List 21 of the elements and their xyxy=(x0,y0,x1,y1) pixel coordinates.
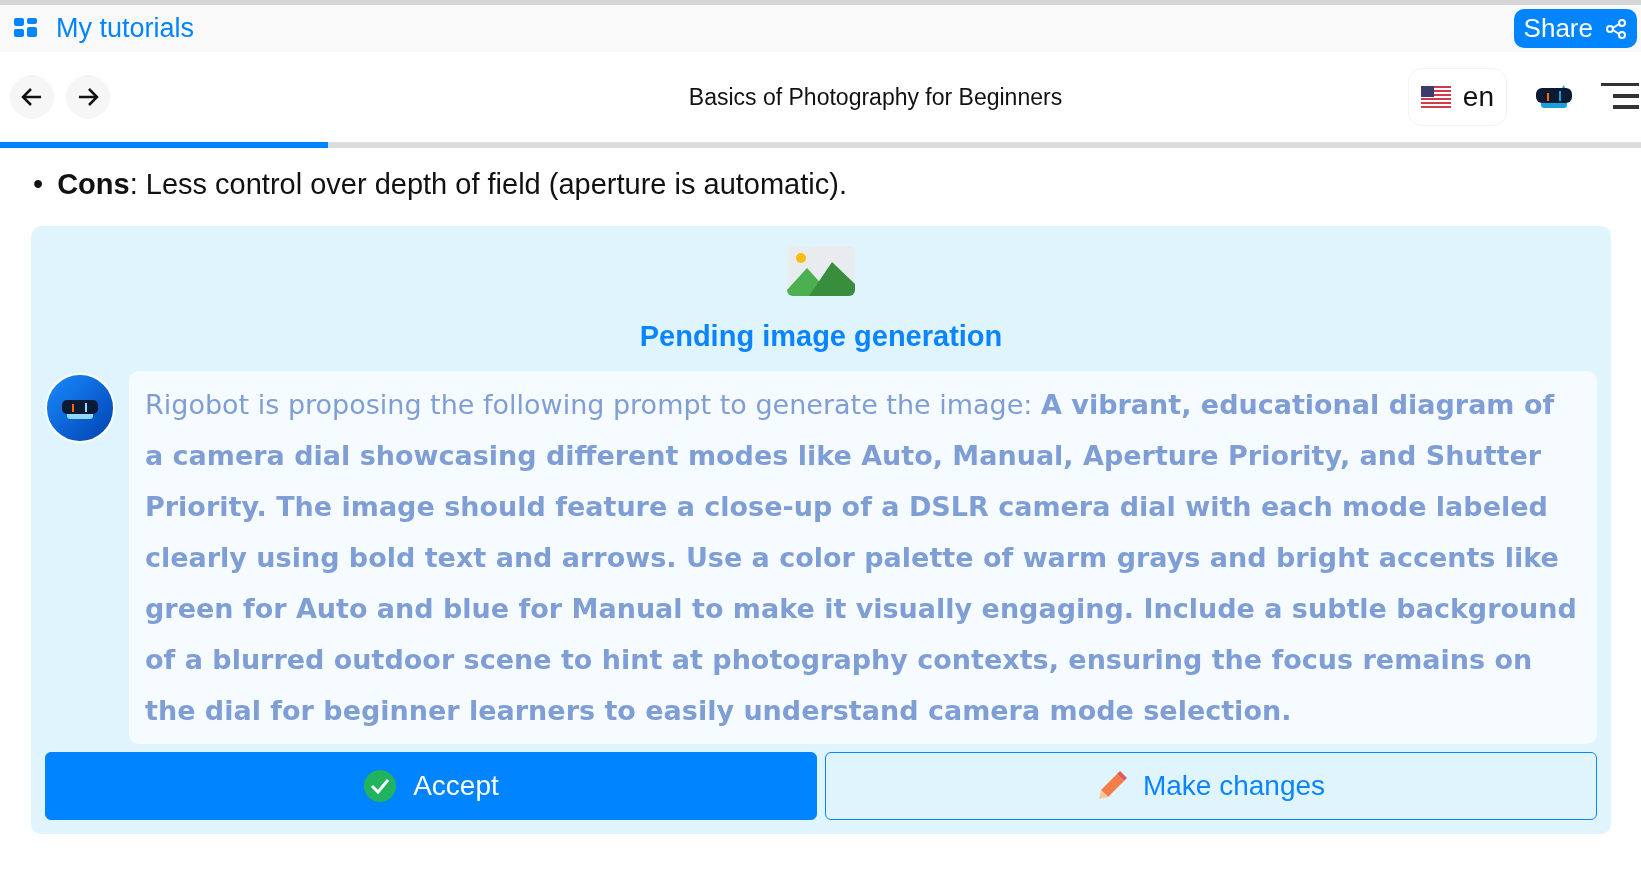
menu-icon[interactable] xyxy=(1601,83,1641,111)
accept-button[interactable]: Accept xyxy=(45,752,817,820)
forward-button[interactable] xyxy=(66,75,110,119)
panel-title: Pending image generation xyxy=(639,320,1003,353)
robot-avatar-icon xyxy=(45,373,115,443)
robot-icon[interactable] xyxy=(1535,85,1573,109)
back-button[interactable] xyxy=(10,75,54,119)
share-button[interactable]: Share xyxy=(1513,9,1637,48)
landscape-icon xyxy=(787,246,855,296)
tutorial-title: Basics of Photography for Beginners xyxy=(688,83,1063,111)
dashboard-icon xyxy=(14,17,38,40)
pencil-icon xyxy=(1096,771,1127,801)
flag-icon xyxy=(1420,86,1451,108)
bullet-marker: • xyxy=(33,167,44,202)
share-icon xyxy=(1605,17,1627,40)
bullet-item: Cons: Less control over depth of field (aperture is automatic). xyxy=(57,167,847,202)
my-tutorials-link[interactable]: My tutorials xyxy=(14,13,195,44)
make-changes-button[interactable]: Make changes xyxy=(825,752,1597,820)
language-selector[interactable]: en xyxy=(1407,68,1507,126)
check-icon xyxy=(363,769,398,803)
prompt-text: Rigobot is proposing the following prompt to generate the image: A vibrant, educational diagram of a camera dial showcasing different modes like Auto, Manual, Aperture Priority, and Shutter Priority. The image should feature a close-up of a DSLR camera dial with each mode labeled clearly using bold text and arrows. Use a color palette of warm grays and bright accents like green for Auto and blue for Manual to make it visually engaging. Include a subtle background of a blurred outdoor scene to hint at photography contexts, ensuring the focus remains on the dial for beginner learners to easily understand camera mode selection. xyxy=(129,371,1597,744)
